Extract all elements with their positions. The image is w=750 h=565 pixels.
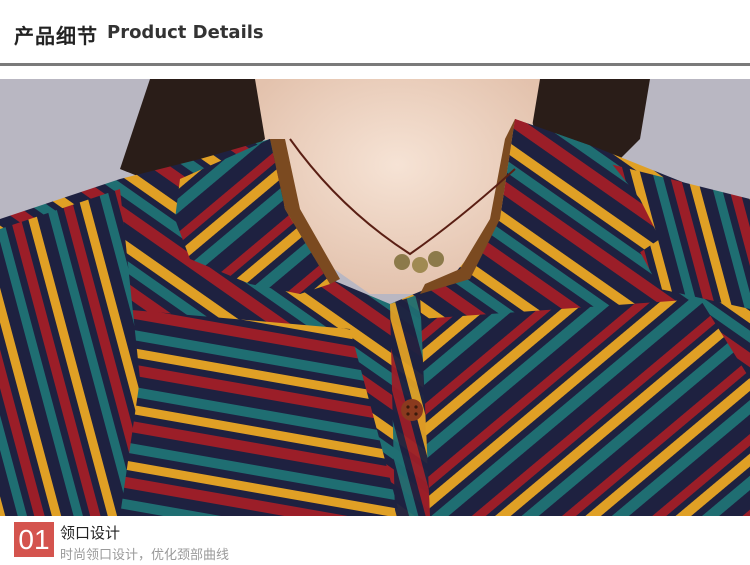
collar-closeup-image — [0, 79, 750, 516]
section-header: 产品细节 Product Details — [0, 0, 750, 64]
product-detail-photo — [0, 79, 750, 516]
feature-description: 时尚领口设计，优化颈部曲线 — [60, 548, 230, 563]
feature-number-badge: 01 — [14, 522, 54, 557]
feature-title: 领口设计 — [60, 524, 121, 542]
feature-caption: 01 领口设计 时尚领口设计，优化颈部曲线 — [0, 516, 750, 565]
section-title-english: Product Details — [107, 22, 264, 43]
header-divider — [0, 63, 750, 66]
section-title-chinese: 产品细节 — [14, 24, 98, 48]
